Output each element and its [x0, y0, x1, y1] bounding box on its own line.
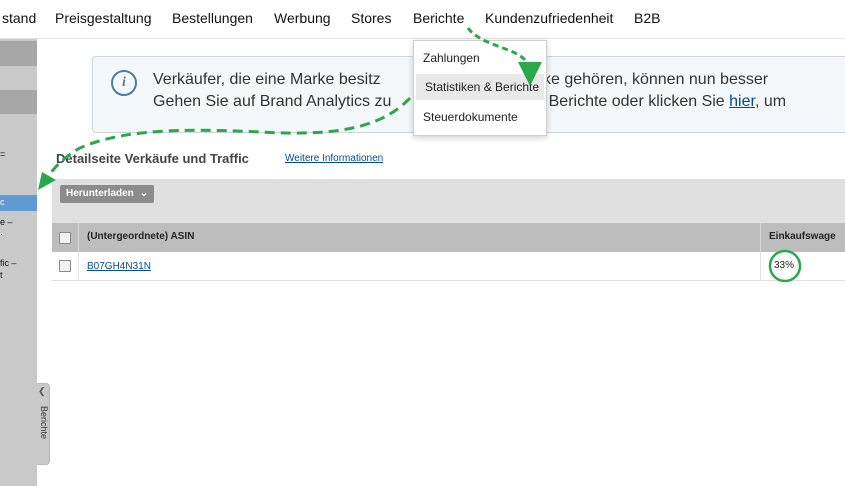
nav-item-kundenzufriedenheit[interactable]: Kundenzufriedenheit: [485, 10, 613, 26]
berichte-dropdown-menu: Zahlungen Statistiken & Berichte Steuerd…: [413, 40, 547, 136]
sidebar-item-label: c: [0, 197, 5, 207]
column-divider: [78, 252, 79, 280]
sidebar-item-fragment[interactable]: fic –: [0, 258, 17, 269]
banner-text: nü Berichte oder klicken Sie: [526, 93, 730, 110]
sidebar-item-fragment[interactable]: e –: [0, 217, 13, 228]
top-navigation: stand Preisgestaltung Bestellungen Werbu…: [0, 0, 845, 38]
column-divider: [760, 252, 761, 280]
left-sidebar: = c e – · fic – t: [0, 39, 37, 486]
nav-item-preisgestaltung[interactable]: Preisgestaltung: [55, 10, 152, 26]
sidebar-handle-label: Berichte: [39, 406, 49, 440]
table-header: (Untergeordnete) ASIN Einkaufswage: [52, 223, 845, 252]
chevron-left-icon: ❮: [38, 386, 46, 396]
banner-text: Gehen Sie auf Brand Analytics zu: [153, 93, 392, 110]
menu-item-steuerdokumente[interactable]: Steuerdokumente: [414, 104, 546, 130]
nav-item-berichte[interactable]: Berichte: [413, 10, 464, 26]
nav-item-bestand[interactable]: stand: [2, 10, 36, 26]
select-all-checkbox[interactable]: [59, 232, 71, 244]
download-label: Herunterladen: [66, 188, 134, 199]
column-header-buybox[interactable]: Einkaufswage: [769, 231, 836, 242]
banner-text: , um: [754, 93, 787, 110]
menu-item-label: Steuerdokumente: [423, 110, 518, 124]
banner-here-link[interactable]: hier: [729, 93, 755, 110]
section-title: Detailseite Verkäufe und Traffic: [56, 151, 249, 166]
column-divider: [760, 223, 761, 252]
sidebar-item-fragment[interactable]: =: [0, 149, 5, 160]
sidebar-header-band: [0, 41, 37, 66]
nav-divider: [0, 38, 845, 39]
column-header-asin[interactable]: (Untergeordnete) ASIN: [87, 231, 194, 242]
nav-item-bestellungen[interactable]: Bestellungen: [172, 10, 253, 26]
banner-text: Verkäufer, die eine Marke besitz: [153, 71, 381, 88]
download-button[interactable]: Herunterladen ⌄: [60, 185, 155, 203]
more-info-link[interactable]: Weitere Informationen: [285, 153, 383, 164]
nav-item-stores[interactable]: Stores: [351, 10, 391, 26]
sidebar-item-active[interactable]: c: [0, 195, 37, 211]
column-divider: [78, 223, 79, 252]
report-toolbar: Herunterladen ⌄: [52, 179, 845, 223]
nav-item-b2b[interactable]: B2B: [634, 10, 660, 26]
menu-item-statistiken-berichte[interactable]: Statistiken & Berichte: [416, 74, 544, 100]
menu-item-label: Statistiken & Berichte: [425, 80, 540, 94]
sidebar-item-fragment[interactable]: ·: [0, 229, 3, 240]
sidebar-item-fragment[interactable]: t: [0, 270, 3, 281]
table-row: B07GH4N31N 33%: [52, 252, 845, 281]
menu-item-zahlungen[interactable]: Zahlungen: [414, 45, 546, 71]
nav-item-werbung[interactable]: Werbung: [274, 10, 331, 26]
row-checkbox[interactable]: [59, 260, 71, 272]
sidebar-collapse-handle[interactable]: ❮ Berichte: [37, 383, 50, 465]
asin-link[interactable]: B07GH4N31N: [87, 261, 151, 272]
sidebar-section-band: [0, 90, 37, 114]
chevron-down-icon: ⌄: [139, 188, 149, 199]
menu-item-label: Zahlungen: [423, 51, 480, 65]
buybox-percentage: 33%: [774, 260, 795, 271]
info-icon: i: [111, 70, 137, 96]
